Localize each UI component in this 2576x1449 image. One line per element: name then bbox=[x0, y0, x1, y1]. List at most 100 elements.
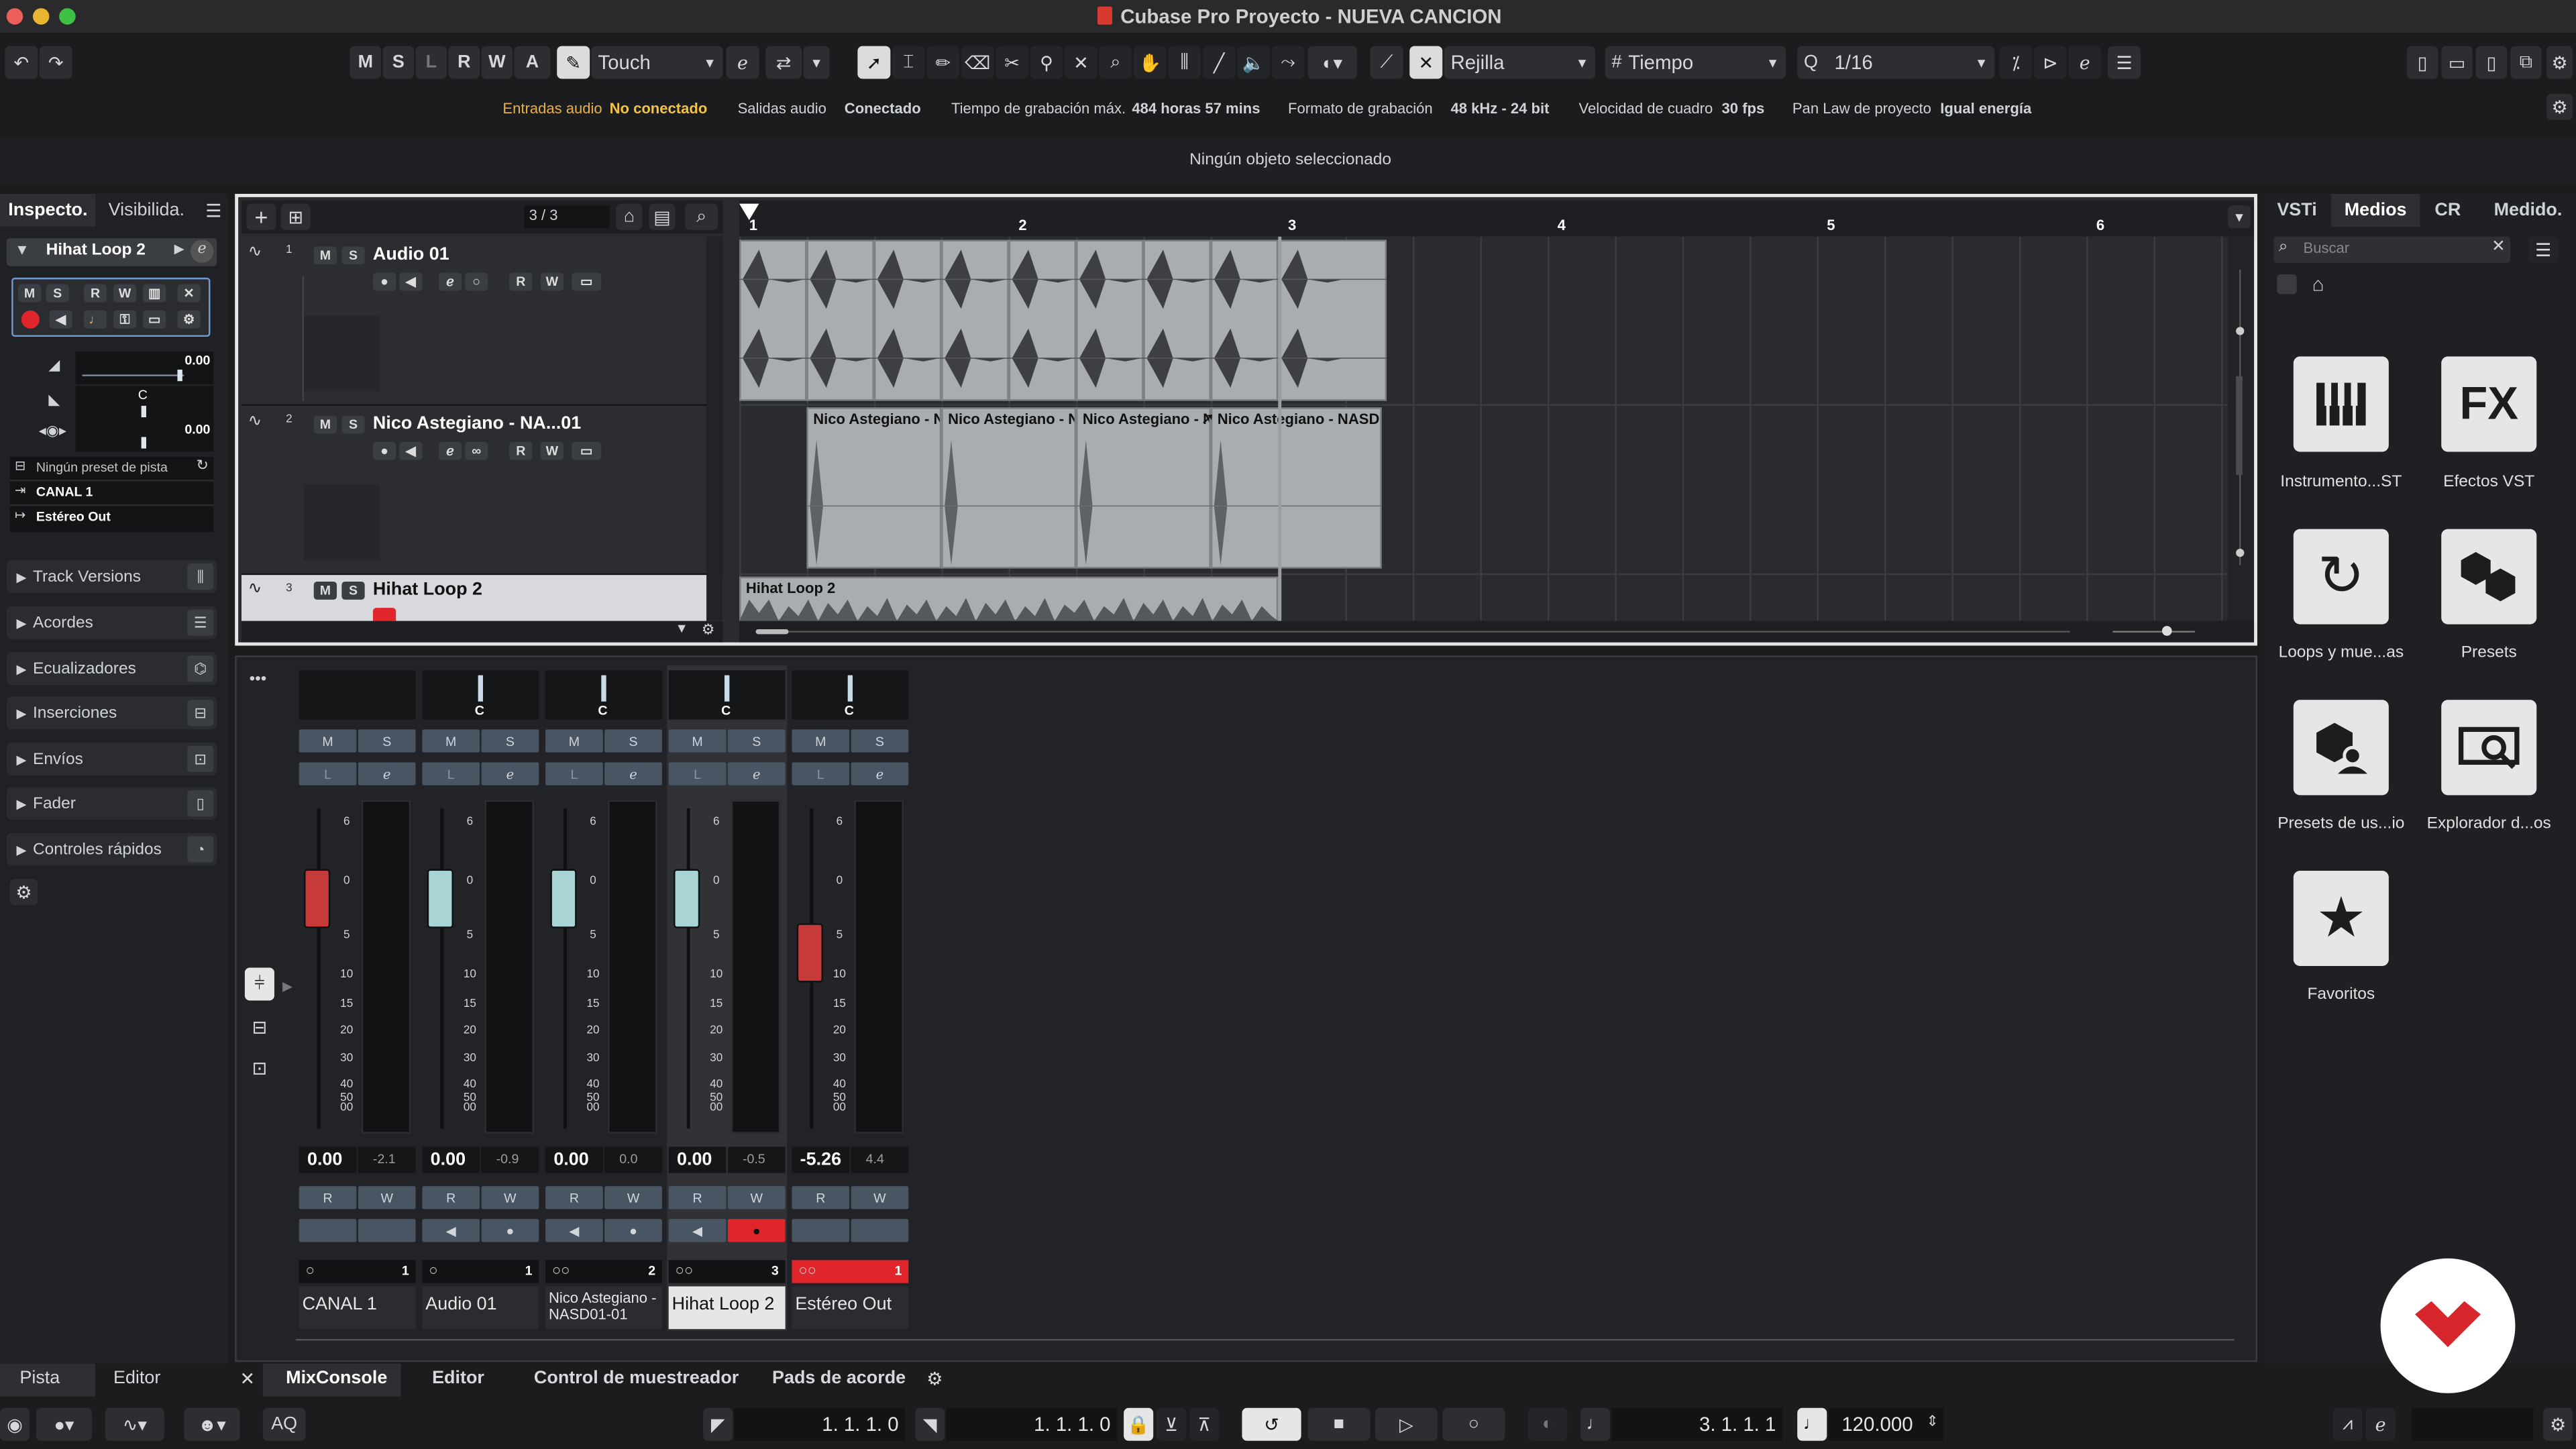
automation-settings-button[interactable]: ℯ bbox=[726, 46, 759, 79]
arrangement-area[interactable]: Nico Astegiano - N Nico Astegiano - N Ni… bbox=[739, 236, 2228, 621]
channel-mute-button[interactable]: M bbox=[299, 729, 357, 753]
record-mode-button[interactable]: ●▾ bbox=[36, 1407, 93, 1441]
channel-name[interactable]: Hihat Loop 2 bbox=[668, 1286, 786, 1330]
channel-record-button[interactable]: ● bbox=[727, 1219, 786, 1242]
tempo-display[interactable]: 120.000 ⇕ bbox=[1828, 1407, 1944, 1441]
volume-readout[interactable]: 0.00 bbox=[668, 1146, 727, 1173]
channel-read-button[interactable]: R bbox=[299, 1186, 357, 1210]
track-lanes-button[interactable]: ▭ bbox=[572, 272, 602, 291]
tab-sampler-control[interactable]: Control de muestreador bbox=[534, 1368, 739, 1388]
channel-fader[interactable] bbox=[304, 869, 331, 928]
toolbar-settings-button[interactable]: ⚙ bbox=[2546, 46, 2573, 79]
tab-control-room[interactable]: CR bbox=[2425, 194, 2474, 227]
toolbar-options-button[interactable]: ☰ bbox=[2108, 46, 2141, 79]
snap-toggle[interactable]: ⟋ bbox=[1370, 46, 1403, 79]
inspector-pan-slider[interactable]: C bbox=[75, 386, 214, 419]
hand-tool[interactable]: ✋ bbox=[1133, 46, 1167, 79]
inspector-solo-button[interactable]: S bbox=[46, 284, 69, 303]
track-list-options-button[interactable]: ▤ bbox=[649, 203, 676, 230]
metronome-settings-button[interactable]: ℯ bbox=[2365, 1407, 2396, 1441]
track-solo-button[interactable]: S bbox=[341, 581, 365, 600]
setup-window-layout-button[interactable]: ⧉ bbox=[2510, 46, 2542, 79]
inspector-mute-button[interactable]: M bbox=[17, 284, 42, 303]
mixer-meter-toggle[interactable]: ⊡ bbox=[244, 1051, 274, 1085]
inspector-timebase-button[interactable]: ♩ bbox=[83, 310, 107, 329]
audio-inputs-value[interactable]: No conectado bbox=[610, 100, 708, 116]
tab-chord-pads[interactable]: Pads de acorde bbox=[772, 1368, 906, 1388]
volume-readout[interactable]: 0.00 bbox=[299, 1146, 357, 1173]
channel-record-button[interactable]: ● bbox=[604, 1219, 662, 1242]
track-link-button[interactable]: ∞ bbox=[465, 441, 488, 460]
horizontal-zoom-slider[interactable] bbox=[2112, 631, 2195, 633]
inspector-track-version-button[interactable]: ▭ bbox=[143, 310, 166, 329]
position-display[interactable]: 3. 1. 1. 1 bbox=[1611, 1407, 1783, 1441]
horizontal-scrollbar[interactable] bbox=[739, 621, 2255, 643]
more-options-icon[interactable]: ••• bbox=[246, 669, 269, 688]
inspector-write-button[interactable]: W bbox=[113, 284, 137, 303]
left-zone-toggle[interactable]: ▯ bbox=[2406, 46, 2438, 79]
punch-mode-button[interactable]: ☻▾ bbox=[184, 1407, 240, 1441]
channel-edit-button[interactable]: ℯ bbox=[727, 762, 786, 786]
home-icon[interactable]: ⌂ bbox=[2306, 273, 2329, 296]
punch-in-button[interactable]: ⊻ bbox=[1157, 1407, 1187, 1441]
draw-tool[interactable]: ✏ bbox=[926, 46, 960, 79]
line-tool[interactable]: ╱ bbox=[1202, 46, 1236, 79]
lower-zone-toggle[interactable]: ▭ bbox=[2441, 46, 2473, 79]
minimize-window-button[interactable] bbox=[32, 8, 50, 25]
right-locator-button[interactable]: ◥ bbox=[915, 1407, 945, 1441]
snap-type-select[interactable]: Rejilla ▼ bbox=[1444, 46, 1595, 79]
channel-edit-button[interactable]: ℯ bbox=[604, 762, 662, 786]
track-read-automation-button[interactable]: R bbox=[509, 272, 533, 291]
channel-read-button[interactable]: R bbox=[792, 1186, 850, 1210]
undo-button[interactable]: ↶ bbox=[5, 46, 38, 79]
listen-state-button[interactable]: L bbox=[415, 46, 447, 79]
volume-readout[interactable]: -5.26 bbox=[792, 1146, 850, 1173]
track-solo-button[interactable]: S bbox=[341, 246, 365, 265]
monitor-button[interactable]: ◐ bbox=[1527, 1407, 1568, 1441]
volume-readout[interactable]: 0.00 bbox=[422, 1146, 480, 1173]
fader-track[interactable] bbox=[686, 808, 690, 1129]
vst-effects-tile[interactable]: FX bbox=[2441, 356, 2537, 452]
inspector-read-button[interactable]: R bbox=[83, 284, 107, 303]
channel-mute-button[interactable]: M bbox=[792, 729, 850, 753]
fader-track[interactable] bbox=[564, 808, 567, 1129]
media-back-button[interactable] bbox=[2277, 274, 2297, 294]
track-name[interactable]: Audio 01 bbox=[373, 245, 449, 264]
track-mute-button[interactable]: M bbox=[313, 581, 337, 600]
channel-solo-button[interactable]: S bbox=[358, 729, 416, 753]
quantize-select[interactable]: Q 1/16 ▼ bbox=[1797, 46, 1995, 79]
audio-mode-button[interactable]: ∿▾ bbox=[105, 1407, 164, 1441]
add-track-button[interactable]: + bbox=[246, 203, 276, 230]
add-folder-button[interactable]: ⊞ bbox=[280, 203, 311, 230]
inspector-section-track-versions[interactable]: ▶ Track Versions ⫼ bbox=[6, 560, 217, 594]
panlaw-value[interactable]: Igual energía bbox=[1940, 100, 2031, 116]
loops-samples-tile[interactable]: ↻ bbox=[2293, 529, 2389, 625]
find-track-button[interactable]: ⌕ bbox=[685, 203, 718, 230]
pan-control[interactable]: C bbox=[668, 670, 786, 720]
vst-instruments-tile[interactable] bbox=[2293, 356, 2389, 452]
record-format-value[interactable]: 48 kHz - 24 bit bbox=[1450, 100, 1549, 116]
left-locator-display[interactable]: 1. 1. 1. 0 bbox=[734, 1407, 906, 1441]
range-tool[interactable]: ⌶ bbox=[892, 46, 925, 79]
channel-solo-button[interactable]: S bbox=[604, 729, 662, 753]
track-name[interactable]: Nico Astegiano - NA...01 bbox=[373, 414, 581, 433]
track-read-button[interactable]: ○ bbox=[465, 272, 488, 291]
status-line-settings-button[interactable]: ⚙ bbox=[2546, 93, 2573, 120]
iterative-quantize-button[interactable]: ⁒ bbox=[1999, 46, 2033, 79]
inspector-section-fader[interactable]: ▶ Fader ▯ bbox=[6, 787, 217, 820]
channel-fader[interactable] bbox=[674, 869, 700, 928]
channel-solo-button[interactable]: S bbox=[851, 729, 909, 753]
cycle-button[interactable]: ↺ bbox=[1242, 1407, 1301, 1441]
punch-out-button[interactable]: ⊼ bbox=[1189, 1407, 1220, 1441]
ruler-options-button[interactable]: ▼ bbox=[2227, 205, 2251, 229]
solo-state-button[interactable]: S bbox=[382, 46, 415, 79]
track-presets-button[interactable]: ⌂ bbox=[616, 203, 643, 230]
close-lower-zone-icon[interactable]: ✕ bbox=[240, 1368, 256, 1389]
inspector-volume-slider[interactable]: 0.00 bbox=[75, 352, 214, 385]
write-state-button[interactable]: W bbox=[481, 46, 513, 79]
channel-edit-button[interactable]: ℯ bbox=[358, 762, 416, 786]
pan-control[interactable]: C bbox=[545, 670, 662, 720]
volume-readout[interactable]: 0.00 bbox=[545, 1146, 603, 1173]
lower-zone-settings-icon[interactable]: ⚙ bbox=[926, 1368, 943, 1389]
inspector-menu-icon[interactable]: ☰ bbox=[204, 199, 223, 221]
